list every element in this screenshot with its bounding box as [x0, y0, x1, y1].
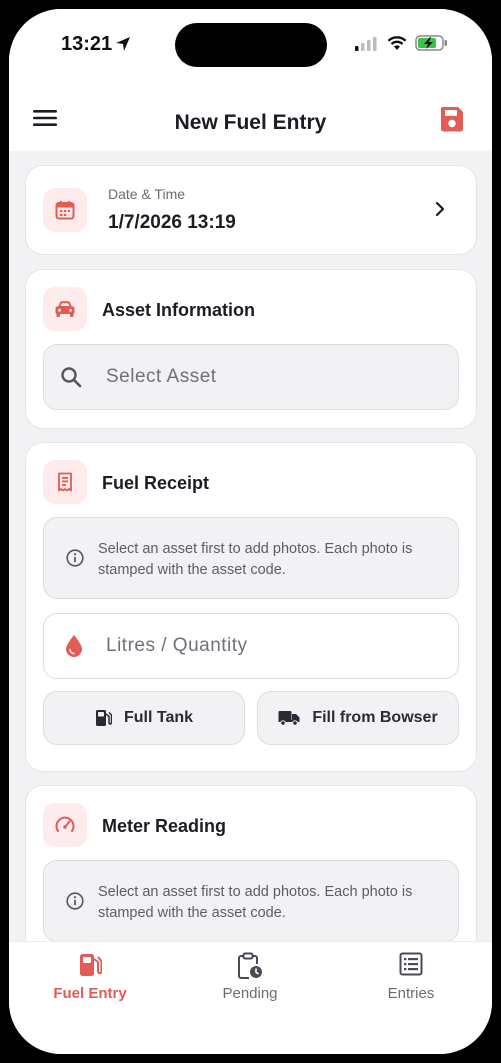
status-time: 13:21 — [61, 33, 113, 55]
full-tank-button[interactable]: Full Tank — [43, 691, 245, 745]
tab-entries[interactable]: Entries — [331, 942, 491, 1022]
date-time-card[interactable]: Date & Time 1/7/2026 13:19 — [25, 165, 477, 255]
fuel-receipt-card: Fuel Receipt Select an asset first to ad… — [25, 442, 477, 772]
clipboard-clock-icon — [238, 952, 262, 979]
fill-from-bowser-label: Fill from Bowser — [312, 709, 438, 726]
receipt-info-text: Select an asset first to add photos. Eac… — [98, 541, 413, 578]
navigation-bar: New Fuel Entry — [9, 89, 492, 151]
chevron-right-icon[interactable] — [434, 200, 446, 218]
tab-pending[interactable]: Pending — [170, 942, 330, 1022]
tab-pending-label: Pending — [222, 985, 278, 1002]
meter-info-text: Select an asset first to add photos. Eac… — [98, 884, 413, 921]
car-icon — [55, 301, 75, 317]
date-time-value: 1/7/2026 13:19 — [108, 212, 236, 233]
date-time-label: Date & Time — [108, 186, 186, 202]
phone-screen: 13:21 New Fuel Entry Date & Time 1/7/202… — [9, 9, 492, 1054]
fill-from-bowser-button[interactable]: Fill from Bowser — [257, 691, 459, 745]
asset-section-title: Asset Information — [102, 300, 256, 320]
meter-section-title: Meter Reading — [102, 816, 227, 836]
battery-charging-icon — [415, 35, 447, 51]
receipt-info-box: Select an asset first to add photos. Eac… — [43, 517, 459, 599]
receipt-icon — [58, 472, 72, 492]
receipt-section-title: Fuel Receipt — [102, 473, 210, 493]
select-asset-input[interactable] — [106, 345, 446, 408]
litres-quantity-input[interactable] — [106, 614, 446, 677]
cellular-signal-icon — [355, 37, 377, 51]
search-icon — [61, 367, 82, 388]
save-icon[interactable] — [439, 105, 465, 133]
meter-info-box: Select an asset first to add photos. Eac… — [43, 860, 459, 941]
tab-fuel-entry[interactable]: Fuel Entry — [10, 942, 170, 1022]
page-title: New Fuel Entry — [174, 111, 327, 134]
wifi-icon — [387, 36, 407, 50]
gauge-badge — [43, 803, 87, 847]
car-badge — [43, 287, 87, 331]
asset-information-card: Asset Information — [25, 269, 477, 429]
gas-pump-icon — [95, 710, 112, 726]
meter-reading-card: Meter Reading Select an asset first to a… — [25, 785, 477, 941]
list-icon — [399, 952, 423, 976]
info-icon — [66, 549, 84, 567]
receipt-badge — [43, 460, 87, 504]
tab-entries-label: Entries — [387, 985, 435, 1002]
tab-fuel-entry-label: Fuel Entry — [53, 985, 127, 1002]
fuel-pump-icon — [80, 954, 102, 976]
info-icon — [66, 892, 84, 910]
full-tank-label: Full Tank — [123, 709, 194, 726]
location-arrow-icon — [116, 37, 130, 51]
calendar-badge — [43, 188, 87, 232]
select-asset-field[interactable] — [43, 344, 459, 410]
form-content: Date & Time 1/7/2026 13:19 Asset Informa — [9, 151, 492, 941]
tab-bar: Fuel Entry Pending Entries — [9, 941, 492, 1054]
truck-icon — [278, 711, 300, 726]
droplet-icon — [66, 635, 82, 657]
status-bar: 13:21 — [9, 9, 492, 89]
litres-quantity-field[interactable] — [43, 613, 459, 679]
calendar-icon — [55, 200, 75, 220]
dynamic-island — [175, 23, 327, 67]
gauge-icon — [55, 816, 75, 832]
